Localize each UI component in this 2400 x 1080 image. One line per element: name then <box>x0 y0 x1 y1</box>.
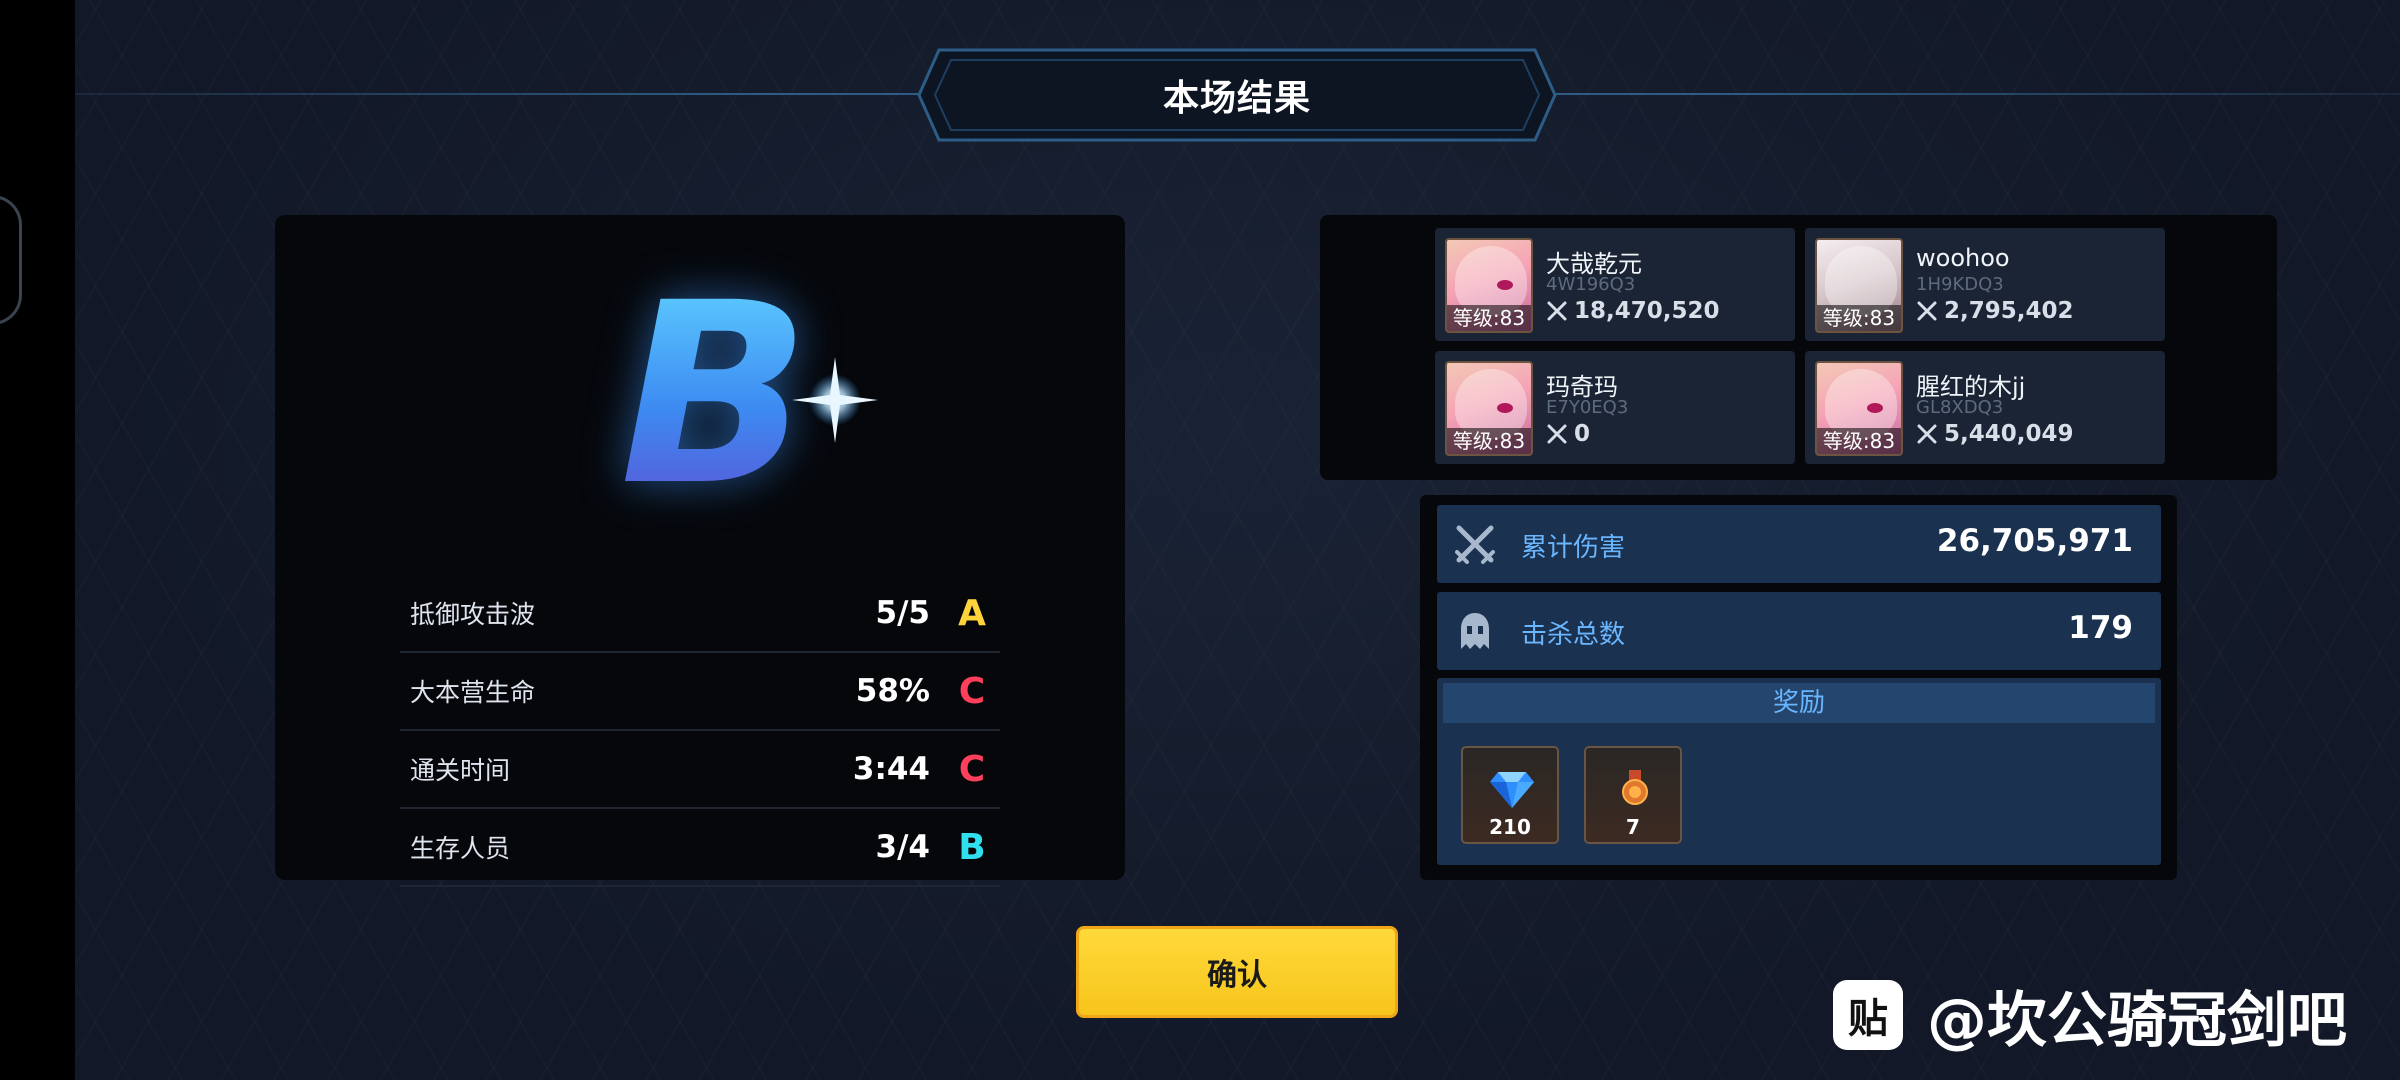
stat-value: 3:44 <box>852 751 930 787</box>
crossed-swords-icon <box>1917 424 1937 444</box>
watermark: 贴 @坎公骑冠剑吧 <box>1833 975 2347 1056</box>
player-id: GL8XDQ3 <box>1916 397 2004 418</box>
player-level: 等级:83 <box>1817 305 1901 331</box>
player-id: E7Y0EQ3 <box>1546 397 1629 418</box>
player-damage: 5,440,049 <box>1916 421 2074 447</box>
player-id: 1H9KDQ3 <box>1916 274 2004 295</box>
page-title: 本场结果 <box>1162 78 1311 119</box>
stat-rows: 抵御攻击波 5/5 A 大本营生命 58% C 通关时间 3:44 C 生存人员… <box>400 575 1000 887</box>
confirm-button[interactable]: 确认 <box>1076 926 1398 1018</box>
avatar-eye <box>1867 403 1883 413</box>
reward-count: 210 <box>1489 815 1531 839</box>
edge-hex-decoration <box>0 195 22 325</box>
stat-row: 抵御攻击波 5/5 A <box>400 575 1000 653</box>
reward-item-medal[interactable]: 7 <box>1584 746 1682 844</box>
player-name: woohoo <box>1916 244 2010 272</box>
stat-row: 大本营生命 58% C <box>400 653 1000 731</box>
avatar-eye <box>1497 403 1513 413</box>
total-kills-label: 击杀总数 <box>1521 620 1626 650</box>
stat-label: 通关时间 <box>410 756 511 785</box>
stat-grade: B <box>958 826 986 868</box>
total-damage-value: 26,705,971 <box>1936 523 2133 559</box>
stat-label: 抵御攻击波 <box>410 600 536 629</box>
player-level: 等级:83 <box>1447 305 1531 331</box>
overall-grade: B <box>605 270 905 535</box>
stat-grade: A <box>958 592 986 634</box>
player-damage-value: 5,440,049 <box>1944 421 2074 447</box>
summary-panel: 累计伤害 26,705,971 击杀总数 179 奖励 210 7 <box>1420 495 2177 880</box>
stat-label: 生存人员 <box>410 834 511 863</box>
sparkle-icon <box>792 357 878 443</box>
stat-value: 3/4 <box>875 829 930 865</box>
left-edge-strip <box>0 0 75 1080</box>
crossed-swords-icon <box>1917 301 1937 321</box>
player-damage-value: 0 <box>1574 421 1591 447</box>
player-card[interactable]: 等级:83 腥红的木jj GL8XDQ3 5,440,049 <box>1805 351 2165 464</box>
crossed-swords-icon <box>1455 525 1495 564</box>
stat-label: 大本营生命 <box>410 678 536 707</box>
ghost-icon <box>1461 613 1489 649</box>
medal-icon <box>1622 770 1648 805</box>
player-card[interactable]: 等级:83 玛奇玛 E7Y0EQ3 0 <box>1435 351 1795 464</box>
crossed-swords-icon <box>1547 424 1567 444</box>
stat-row: 通关时间 3:44 C <box>400 731 1000 809</box>
avatar-eye <box>1497 280 1513 290</box>
stat-value: 58% <box>855 673 930 709</box>
stat-grade: C <box>958 748 986 790</box>
pink-hair-avatar: 等级:83 <box>1815 361 1903 456</box>
crossed-swords-icon <box>1547 301 1567 321</box>
watermark-text: @坎公骑冠剑吧 <box>1927 985 2347 1056</box>
team-panel: 等级:83 大哉乾元 4W196Q3 18,470,520 等级:83 wooh… <box>1320 215 2277 480</box>
stat-row: 生存人员 3/4 B <box>400 809 1000 887</box>
player-card[interactable]: 等级:83 woohoo 1H9KDQ3 2,795,402 <box>1805 228 2165 341</box>
stat-grade: C <box>958 670 986 712</box>
reward-item-gem[interactable]: 210 <box>1461 746 1559 844</box>
reward-box: 奖励 210 7 <box>1437 678 2161 865</box>
player-damage: 0 <box>1546 421 1590 447</box>
player-id: 4W196Q3 <box>1546 274 1636 295</box>
tieba-logo-icon: 贴 <box>1833 980 1903 1050</box>
player-damage-value: 18,470,520 <box>1574 298 1720 324</box>
silver-hair-avatar: 等级:83 <box>1815 238 1903 333</box>
player-damage-value: 2,795,402 <box>1944 298 2074 324</box>
total-damage-label: 累计伤害 <box>1521 533 1626 563</box>
pink-hair-avatar: 等级:83 <box>1445 361 1533 456</box>
gem-icon <box>1490 772 1534 808</box>
reward-count: 7 <box>1626 815 1640 839</box>
title-banner: 本场结果 <box>917 48 1557 142</box>
total-kills-value: 179 <box>2068 610 2133 646</box>
total-damage-row: 累计伤害 26,705,971 <box>1437 505 2161 583</box>
player-card[interactable]: 等级:83 大哉乾元 4W196Q3 18,470,520 <box>1435 228 1795 341</box>
player-level: 等级:83 <box>1817 428 1901 454</box>
result-panel: B 抵御攻击波 5/5 A 大本营生命 58% C 通关时间 3:44 C 生存… <box>275 215 1125 887</box>
player-damage: 2,795,402 <box>1916 298 2074 324</box>
stat-value: 5/5 <box>875 595 930 631</box>
pink-hair-avatar: 等级:83 <box>1445 238 1533 333</box>
player-level: 等级:83 <box>1447 428 1531 454</box>
player-damage: 18,470,520 <box>1546 298 1720 324</box>
reward-header: 奖励 <box>1443 683 2155 723</box>
total-kills-row: 击杀总数 179 <box>1437 592 2161 670</box>
